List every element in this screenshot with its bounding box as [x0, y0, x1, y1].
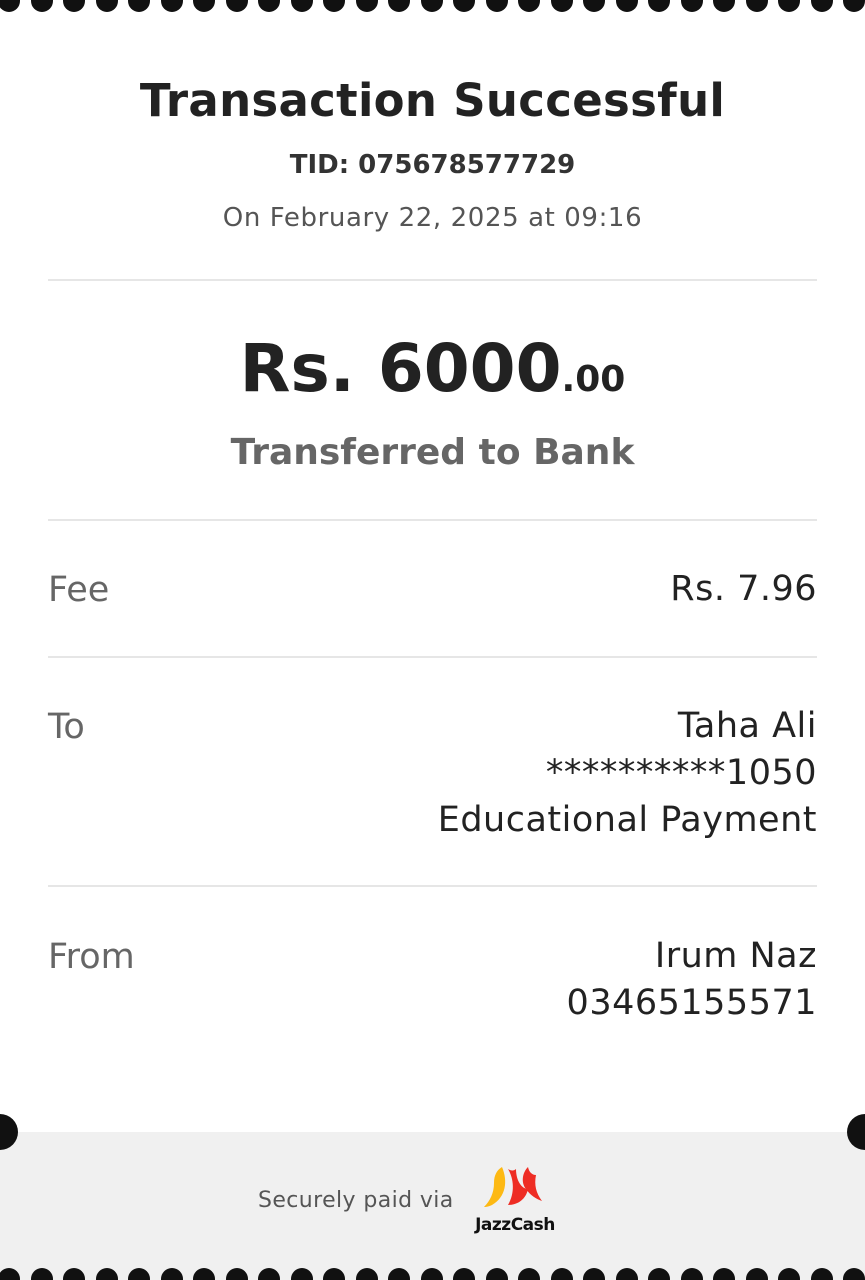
- edge-dot: [290, 1268, 313, 1280]
- edge-dot: [615, 0, 638, 12]
- edge-dot: [583, 1268, 605, 1280]
- edge-dot: [355, 0, 378, 12]
- edge-dot: [128, 0, 150, 12]
- edge-dot: [648, 1268, 670, 1280]
- edge-dot: [518, 0, 540, 12]
- edge-dot: [95, 0, 118, 12]
- edge-dot: [713, 0, 735, 12]
- edge-dot: [30, 0, 53, 12]
- divider: [48, 279, 817, 281]
- edge-dot: [810, 0, 833, 12]
- amount: Rs. 6000.00: [0, 330, 865, 407]
- edge-dot: [323, 0, 345, 12]
- edge-dot: [420, 1268, 443, 1280]
- edge-dot: [225, 1268, 248, 1280]
- edge-dot: [485, 1268, 508, 1280]
- to-label: To: [48, 707, 85, 747]
- edge-dot: [323, 1268, 345, 1280]
- sender-phone: 03465155571: [566, 983, 817, 1023]
- amount-minor: .00: [561, 359, 626, 400]
- recipient-account: **********1050: [545, 753, 817, 793]
- edge-dot: [615, 1268, 638, 1280]
- jazzcash-logo-icon: [484, 1167, 542, 1207]
- edge-dot: [290, 0, 313, 12]
- edge-dot: [745, 0, 768, 12]
- edge-dot: [453, 1268, 475, 1280]
- edge-dot: [550, 1268, 573, 1280]
- sender-details: Irum Naz 03465155571: [567, 933, 817, 1027]
- edge-dot: [843, 0, 865, 12]
- receipt-top-edge: [0, 0, 865, 14]
- fee-amount: Rs. 7.96: [670, 569, 817, 609]
- edge-dot: [95, 1268, 118, 1280]
- edge-dot: [583, 0, 605, 12]
- edge-dot: [193, 0, 215, 12]
- edge-dot: [745, 1268, 768, 1280]
- divider: [48, 519, 817, 521]
- page-title: Transaction Successful: [139, 74, 726, 127]
- fee-label: Fee: [48, 570, 110, 610]
- transaction-datetime: On February 22, 2025 at 09:16: [222, 203, 643, 233]
- receipt-bottom-edge: [0, 1266, 865, 1280]
- edge-dot: [778, 0, 800, 12]
- transaction-id: TID: 075678577729: [289, 150, 576, 180]
- edge-dot: [225, 0, 248, 12]
- edge-dot: [810, 1268, 833, 1280]
- edge-dot: [680, 1268, 703, 1280]
- jazzcash-logo: JazzCash: [470, 1165, 560, 1240]
- fee-value: Rs. 7.96: [670, 566, 817, 613]
- edge-dot: [160, 1268, 183, 1280]
- recipient-details: Taha Ali **********1050 Educational Paym…: [438, 703, 817, 844]
- from-label: From: [48, 937, 135, 977]
- divider: [48, 656, 817, 658]
- edge-dot: [0, 0, 20, 12]
- edge-dot: [63, 1268, 85, 1280]
- jazzcash-wordmark: JazzCash: [475, 1215, 555, 1235]
- edge-dot: [713, 1268, 735, 1280]
- edge-dot: [388, 0, 410, 12]
- edge-dot: [160, 0, 183, 12]
- edge-dot: [648, 0, 670, 12]
- edge-dot: [388, 1268, 410, 1280]
- edge-dot: [63, 0, 85, 12]
- edge-dot: [680, 0, 703, 12]
- edge-dot: [128, 1268, 150, 1280]
- edge-dot: [30, 1268, 53, 1280]
- secure-payment-text: Securely paid via: [258, 1188, 454, 1213]
- edge-dot: [420, 0, 443, 12]
- edge-dot: [258, 0, 280, 12]
- edge-dot: [843, 1268, 865, 1280]
- edge-dot: [518, 1268, 540, 1280]
- payment-purpose: Educational Payment: [437, 800, 817, 840]
- edge-dot: [485, 0, 508, 12]
- divider: [48, 885, 817, 887]
- edge-dot: [193, 1268, 215, 1280]
- transfer-status: Transferred to Bank: [230, 432, 635, 473]
- edge-dot: [550, 0, 573, 12]
- amount-major: Rs. 6000: [239, 330, 562, 407]
- edge-dot: [453, 0, 475, 12]
- edge-dot: [778, 1268, 800, 1280]
- recipient-name: Taha Ali: [677, 706, 817, 746]
- edge-dot: [0, 1268, 20, 1280]
- edge-dot: [258, 1268, 280, 1280]
- sender-name: Irum Naz: [654, 936, 817, 976]
- receipt-card: Transaction Successful TID: 075678577729…: [0, 0, 865, 1132]
- edge-dot: [355, 1268, 378, 1280]
